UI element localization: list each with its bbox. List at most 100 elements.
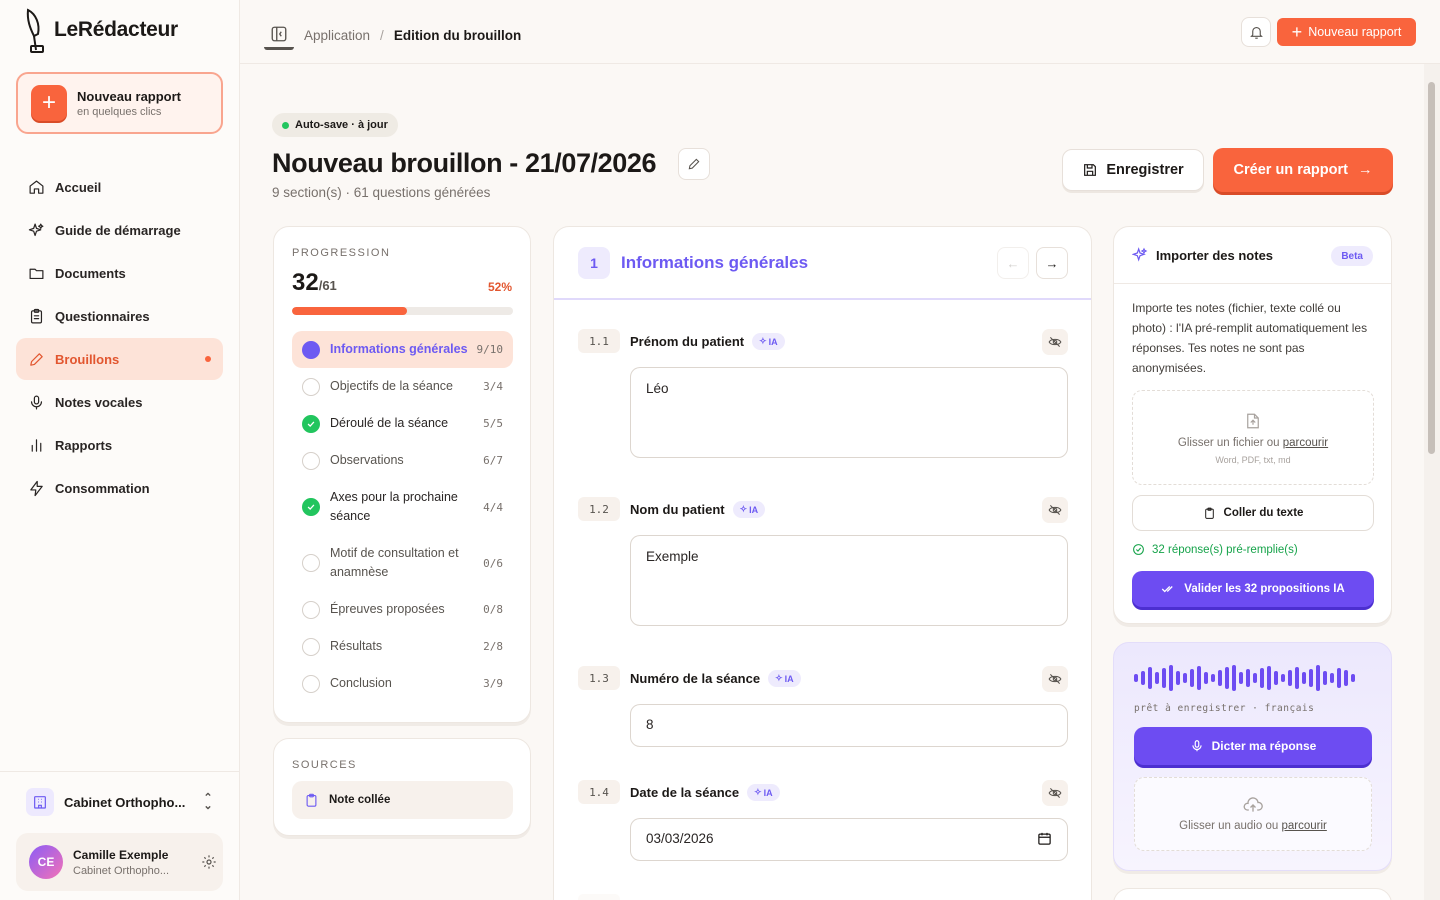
question-label: Date de la séance ✧ IA	[630, 784, 780, 801]
paste-text-button[interactable]: Coller du texte	[1132, 495, 1374, 531]
sidebar-toggle-icon[interactable]	[264, 20, 294, 50]
section-item-count: 4/4	[483, 500, 503, 514]
audio-dropzone[interactable]: Glisser un audio ou parcourir	[1134, 777, 1372, 851]
waveform-bar	[1274, 671, 1278, 685]
sidebar-item-rapports[interactable]: Rapports	[16, 424, 223, 466]
new-report-title: Nouveau rapport	[77, 88, 182, 104]
session-number-field[interactable]: 8	[630, 704, 1068, 747]
divider	[1114, 283, 1391, 284]
waveform-bar	[1225, 667, 1229, 689]
section-item-count: 0/6	[483, 556, 503, 570]
sidebar-item-brouillons[interactable]: Brouillons	[16, 338, 223, 380]
autosave-badge: Auto-save · à jour	[272, 113, 398, 137]
sidebar-item-guide[interactable]: Guide de démarrage	[16, 209, 223, 251]
scrollbar-thumb[interactable]	[1428, 82, 1435, 454]
sidebar-item-questionnaires[interactable]: Questionnaires	[16, 295, 223, 337]
browse-link[interactable]: parcourir	[1283, 437, 1328, 449]
sidebar-item-notes-vocales[interactable]: Notes vocales	[16, 381, 223, 423]
status-circle-icon	[302, 377, 320, 396]
dropzone-text: Glisser un fichier ou parcourir	[1178, 437, 1328, 449]
question-label-text: Date de la séance	[630, 785, 740, 800]
sources-label: SOURCES	[292, 759, 357, 771]
avatar: CE	[29, 845, 63, 879]
ia-badge: ✧ IA	[732, 501, 766, 518]
progress-bar	[292, 307, 513, 315]
user-card[interactable]: CE Camille Exemple Cabinet Orthopho...	[16, 833, 223, 891]
ia-badge-label: IA	[768, 336, 778, 347]
new-report-card[interactable]: + Nouveau rapport en quelques clics	[16, 72, 223, 134]
waveform-bar	[1253, 673, 1257, 683]
eye-off-icon[interactable]	[1042, 780, 1068, 806]
org-switcher[interactable]: Cabinet Orthopho... ⌃ ⌄	[16, 784, 223, 820]
waveform-bar	[1246, 669, 1250, 687]
section-item[interactable]: Conclusion 3/9	[292, 665, 513, 702]
waveform-bar	[1316, 665, 1320, 691]
section-item[interactable]: Résultats 2/8	[292, 628, 513, 665]
sparkles-icon: ✧	[739, 504, 748, 514]
audio-dropzone-label: Glisser un audio ou	[1179, 820, 1279, 832]
recording-status: prêt à enregistrer · français	[1134, 703, 1315, 714]
create-report-button[interactable]: Créer un rapport →	[1213, 148, 1393, 192]
edit-title-button[interactable]	[678, 148, 710, 180]
next-section-button[interactable]: →	[1036, 247, 1068, 279]
waveform-bar	[1232, 665, 1236, 691]
progress-count: 32/61	[292, 269, 337, 297]
section-item[interactable]: Objectifs de la séance 3/4	[292, 368, 513, 405]
scrollbar[interactable]	[1424, 64, 1440, 900]
section-item[interactable]: Informations générales 9/10	[292, 331, 513, 368]
section-item-count: 5/5	[483, 417, 503, 430]
sidebar-item-documents[interactable]: Documents	[16, 252, 223, 294]
home-icon	[29, 180, 44, 194]
sidebar-footer: Cabinet Orthopho... ⌃ ⌄ CE Camille Exempl…	[0, 771, 240, 900]
clipboard-icon	[30, 308, 43, 323]
breadcrumb-current: Edition du brouillon	[393, 27, 522, 43]
eye-off-icon[interactable]	[1042, 497, 1068, 523]
status-dot	[282, 121, 289, 129]
eye-off-icon[interactable]	[1042, 329, 1068, 355]
section-item[interactable]: Observations 6/7	[292, 442, 513, 479]
patient-lastname-field[interactable]: Exemple	[630, 535, 1068, 626]
file-formats: Word, PDF, txt, md	[1215, 454, 1291, 465]
eye-off-icon[interactable]	[1042, 666, 1068, 692]
question-label: Numéro de la séance ✧ IA	[630, 670, 801, 687]
file-dropzone[interactable]: Glisser un fichier ou parcourir Word, PD…	[1132, 390, 1374, 485]
page-title: Nouveau brouillon - 21/07/2026	[272, 148, 657, 178]
dictate-label: Dicter ma réponse	[1211, 739, 1317, 753]
waveform-bar	[1169, 665, 1173, 691]
section-item[interactable]: Épreuves proposées 0/8	[292, 591, 513, 628]
waveform-bar	[1351, 674, 1355, 682]
section-item[interactable]: Motif de consultation et anamnèse 0/6	[292, 535, 513, 591]
session-date-value: 03/03/2026	[646, 831, 714, 846]
patient-firstname-field[interactable]: Léo	[630, 367, 1068, 458]
section-item[interactable]: Déroulé de la séance 5/5	[292, 405, 513, 442]
new-report-button[interactable]: + Nouveau rapport	[1277, 18, 1416, 46]
save-button[interactable]: Enregistrer	[1062, 149, 1204, 191]
waveform-bar	[1344, 670, 1348, 686]
gear-icon[interactable]	[201, 854, 217, 870]
progress-bar-fill	[292, 307, 407, 315]
ia-badge: ✧ IA	[768, 670, 801, 687]
session-date-field[interactable]: 03/03/2026	[630, 818, 1068, 861]
section-item-count: 9/10	[476, 343, 504, 356]
browse-audio-link[interactable]: parcourir	[1281, 820, 1326, 832]
bell-icon[interactable]	[1241, 17, 1271, 47]
section-item[interactable]: Axes pour la prochaine séance 4/4	[292, 479, 513, 535]
sidebar-item-accueil[interactable]: Accueil	[16, 166, 223, 208]
validate-ia-button[interactable]: Valider les 32 propositions IA	[1132, 571, 1374, 607]
waveform-bar	[1288, 670, 1292, 686]
save-icon	[1084, 164, 1097, 176]
clipboard-icon	[1204, 507, 1214, 519]
ia-badge: ✧ IA	[747, 784, 780, 801]
prev-section-button[interactable]: ←	[997, 247, 1029, 279]
breadcrumb-parent[interactable]: Application	[304, 28, 370, 43]
sidebar-item-consommation[interactable]: Consommation	[16, 467, 223, 509]
app-logo[interactable]: LeRédacteur	[22, 6, 178, 54]
source-note[interactable]: Note collée	[292, 781, 513, 819]
breadcrumb-separator: /	[380, 27, 384, 43]
dictate-button[interactable]: Dicter ma réponse	[1134, 727, 1372, 765]
arrow-left-icon: ←	[1006, 255, 1020, 271]
waveform-bar	[1337, 668, 1341, 688]
calendar-icon[interactable]	[1037, 831, 1052, 846]
plus-icon: +	[31, 85, 67, 121]
zap-icon	[30, 480, 43, 496]
